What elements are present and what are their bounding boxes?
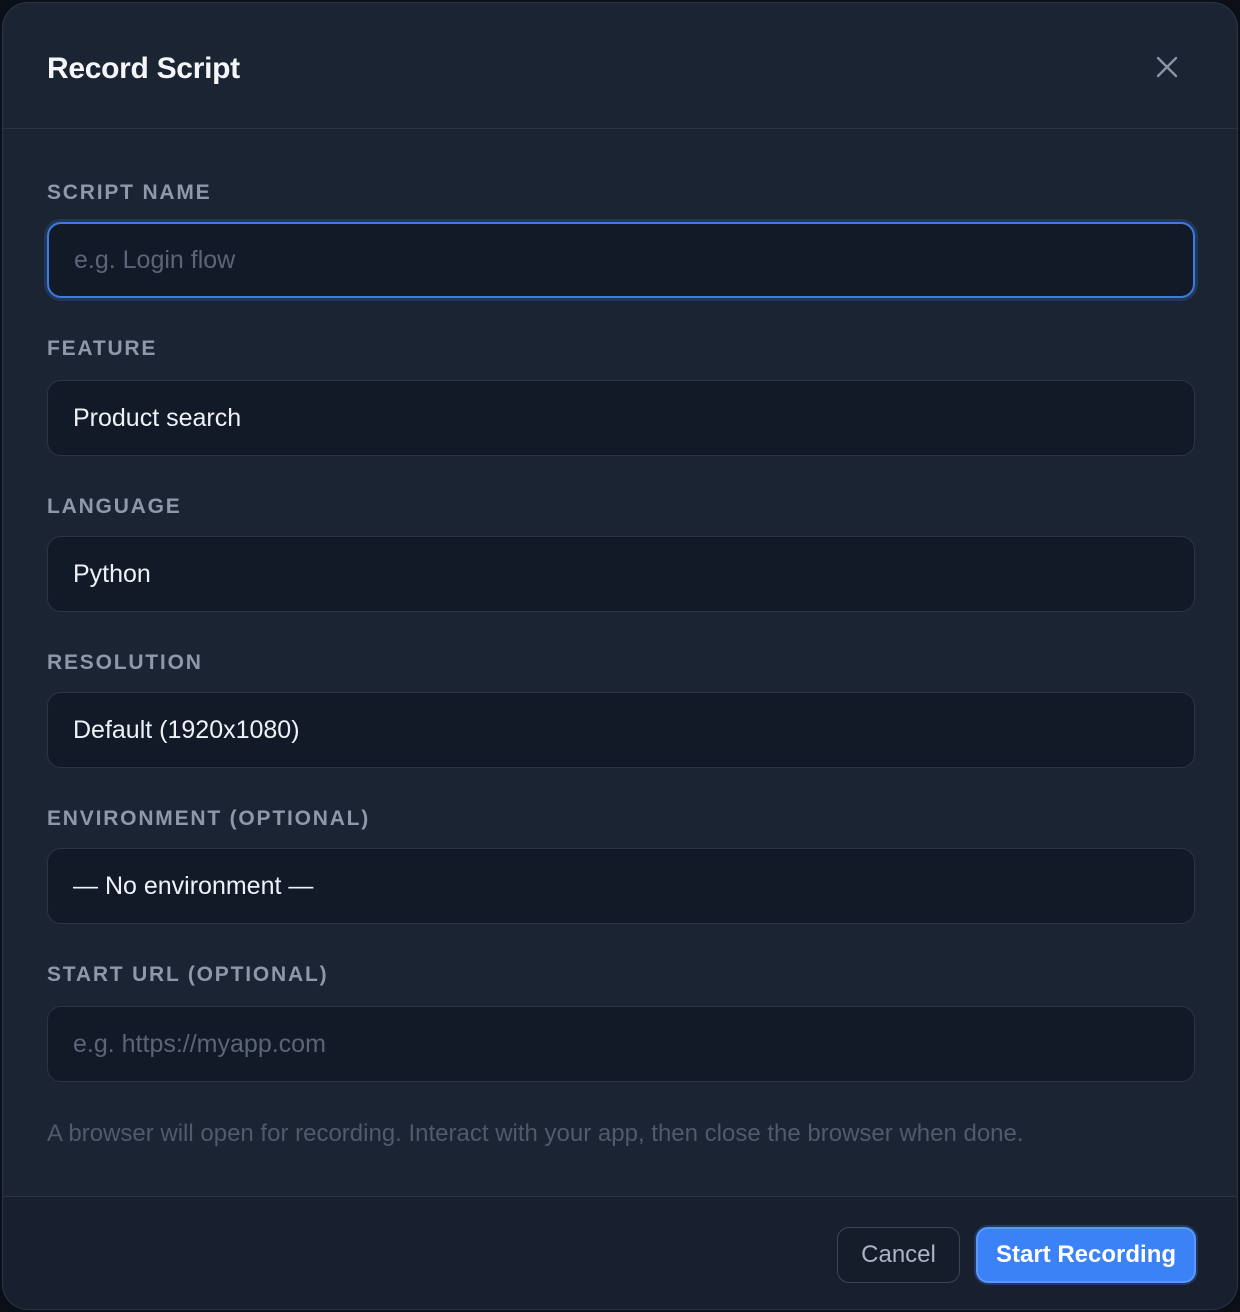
environment-label: ENVIRONMENT (OPTIONAL) [47, 807, 371, 830]
record-script-dialog: Record Script SCRIPT NAME FEATURE Produc… [2, 2, 1238, 1310]
feature-select[interactable]: Product search [47, 380, 1195, 456]
dialog-footer: Cancel Start Recording [3, 1196, 1237, 1309]
start-url-label: START URL (OPTIONAL) [47, 963, 329, 986]
recording-hint: A browser will open for recording. Inter… [47, 1120, 1024, 1147]
close-button[interactable] [1147, 47, 1187, 87]
script-name-label: SCRIPT NAME [47, 181, 212, 204]
resolution-label: RESOLUTION [47, 651, 203, 674]
language-label: LANGUAGE [47, 495, 182, 518]
language-value: Python [73, 559, 151, 588]
language-select[interactable]: Python [47, 536, 1195, 612]
start-url-input[interactable] [47, 1006, 1195, 1082]
environment-value: — No environment — [73, 871, 314, 900]
resolution-value: Default (1920x1080) [73, 715, 300, 744]
feature-label: FEATURE [47, 337, 158, 360]
close-icon [1156, 56, 1178, 78]
start-recording-button[interactable]: Start Recording [976, 1227, 1196, 1283]
resolution-select[interactable]: Default (1920x1080) [47, 692, 1195, 768]
environment-select[interactable]: — No environment — [47, 848, 1195, 924]
dialog-title: Record Script [47, 52, 240, 85]
feature-value: Product search [73, 403, 242, 432]
cancel-button[interactable]: Cancel [837, 1227, 960, 1283]
dialog-header: Record Script [3, 3, 1237, 129]
script-name-input[interactable] [47, 222, 1195, 298]
